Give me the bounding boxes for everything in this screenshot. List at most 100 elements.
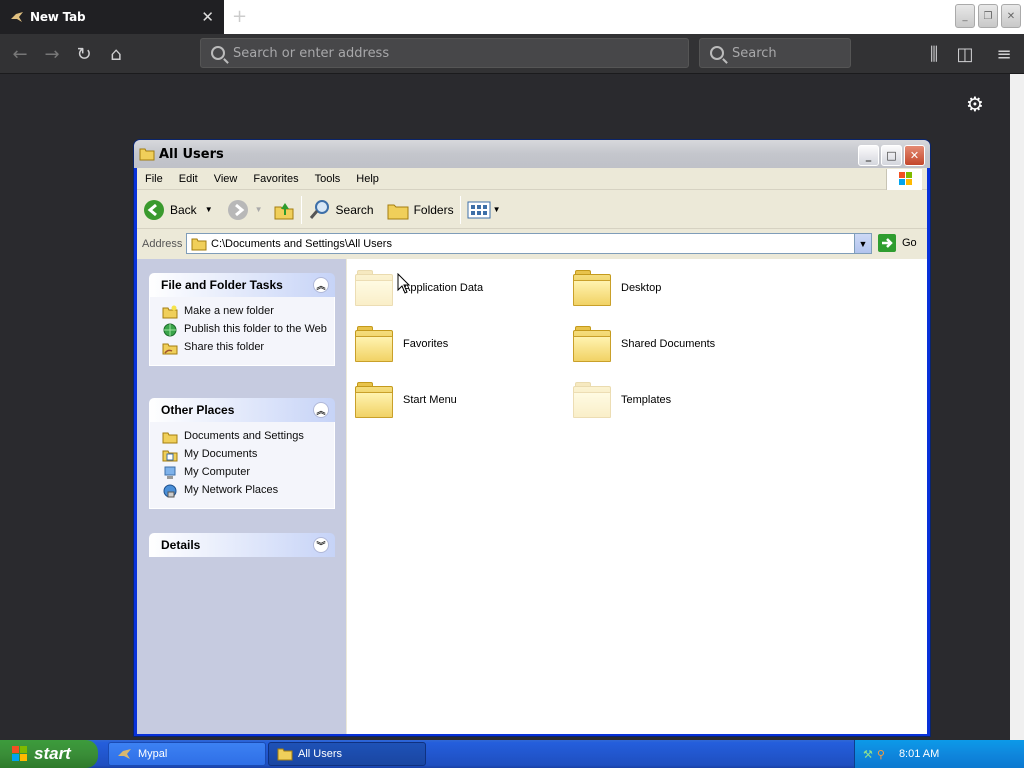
back-arrow-icon[interactable]: ← <box>6 40 34 68</box>
mypal-logo-icon <box>118 749 131 759</box>
menu-favorites[interactable]: Favorites <box>245 173 306 185</box>
explorer-window: All Users _ □ ✕ File Edit View Favorites… <box>133 139 931 737</box>
views-icon <box>467 201 491 218</box>
chevron-down-icon[interactable]: ▼ <box>854 234 871 253</box>
other-places-header[interactable]: Other Places ︽ <box>149 398 335 422</box>
up-folder-button[interactable] <box>273 199 295 221</box>
taskbar-item-all-users[interactable]: All Users <box>268 742 426 766</box>
search-icon <box>710 46 724 60</box>
panel-title: File and Folder Tasks <box>161 278 283 292</box>
forward-arrow-icon <box>227 199 248 220</box>
browser-nav-bar: ← → ↻ ⌂ Search or enter address Search ⫼… <box>0 34 1024 74</box>
folder-item[interactable]: Start Menu <box>355 382 457 418</box>
place-my-network-places[interactable]: My Network Places <box>162 482 328 500</box>
scrollbar[interactable] <box>1010 74 1024 740</box>
new-folder-icon <box>162 305 178 319</box>
network-tray-icon[interactable]: ⚒ <box>863 748 873 761</box>
details-header[interactable]: Details ︾ <box>149 533 335 557</box>
folder-icon <box>573 326 611 362</box>
window-maximize-button[interactable]: □ <box>881 145 902 166</box>
folder-item[interactable]: Desktop <box>573 270 661 306</box>
window-close-button[interactable]: ✕ <box>904 145 925 166</box>
toolbar-separator <box>459 195 461 224</box>
panel-title: Details <box>161 538 201 552</box>
menu-tools[interactable]: Tools <box>307 173 349 185</box>
window-minimize-button[interactable]: _ <box>858 145 879 166</box>
chevron-up-icon[interactable]: ︽ <box>313 277 329 293</box>
window-body: File Edit View Favorites Tools Help Back… <box>137 168 927 734</box>
place-label: My Documents <box>184 448 258 460</box>
browser-tab-bar: New Tab ✕ + _ ❐ ✕ <box>0 0 1024 34</box>
chevron-up-icon[interactable]: ︽ <box>313 402 329 418</box>
place-my-computer[interactable]: My Computer <box>162 464 328 482</box>
address-label: Address <box>142 238 183 250</box>
search-icon <box>211 46 225 60</box>
go-button[interactable]: Go <box>878 234 917 252</box>
home-icon[interactable]: ⌂ <box>102 40 130 68</box>
start-label: start <box>34 744 71 763</box>
minimize-icon[interactable]: _ <box>955 4 975 28</box>
chevron-down-icon[interactable]: ︾ <box>313 537 329 553</box>
file-folder-tasks-header[interactable]: File and Folder Tasks ︽ <box>149 273 335 297</box>
tab-title: New Tab <box>30 10 86 24</box>
close-icon[interactable]: ✕ <box>1001 4 1021 28</box>
up-folder-icon <box>274 202 294 219</box>
folder-name: Desktop <box>621 282 662 294</box>
menu-view[interactable]: View <box>206 173 246 185</box>
start-button[interactable]: start <box>0 740 98 768</box>
folder-icon <box>139 148 155 161</box>
gear-icon[interactable]: ⚙ <box>966 92 984 116</box>
reload-icon[interactable]: ↻ <box>70 40 98 68</box>
folder-item[interactable]: Favorites <box>355 326 448 362</box>
task-pane: File and Folder Tasks ︽ Make a new folde… <box>137 259 346 734</box>
place-my-documents[interactable]: My Documents <box>162 446 328 464</box>
folder-item[interactable]: Templates <box>573 382 671 418</box>
restore-icon[interactable]: ❐ <box>978 4 998 28</box>
address-input[interactable]: C:\Documents and Settings\All Users ▼ <box>186 233 872 254</box>
place-label: Documents and Settings <box>184 430 304 442</box>
forward-arrow-icon[interactable]: → <box>38 40 66 68</box>
task-publish-web[interactable]: Publish this folder to the Web <box>162 321 328 339</box>
chevron-down-icon[interactable]: ▼ <box>205 205 213 214</box>
tab-close-icon[interactable]: ✕ <box>201 8 214 26</box>
window-title-bar[interactable]: All Users _ □ ✕ <box>134 140 930 168</box>
folder-icon <box>573 270 611 306</box>
library-icon[interactable]: ⫼ <box>920 40 948 68</box>
folder-icon <box>191 238 207 250</box>
search-bar[interactable]: Search <box>699 38 851 68</box>
folder-item[interactable]: Application Data <box>355 270 483 306</box>
views-button[interactable]: ▼ <box>467 200 501 220</box>
folder-icon <box>355 326 393 362</box>
tab-new-tab[interactable]: New Tab ✕ <box>0 0 224 34</box>
menu-help[interactable]: Help <box>348 173 387 185</box>
back-button[interactable]: Back ▼ <box>143 199 213 221</box>
details-panel: Details ︾ <box>149 533 335 557</box>
folder-item[interactable]: Shared Documents <box>573 326 715 362</box>
task-label: Publish this folder to the Web <box>184 323 327 335</box>
folder-name: Application Data <box>403 282 484 294</box>
panel-title: Other Places <box>161 403 235 417</box>
folders-button[interactable]: Folders <box>386 199 454 221</box>
share-folder-icon <box>162 343 178 355</box>
menu-edit[interactable]: Edit <box>171 173 206 185</box>
my-documents-icon <box>162 450 178 462</box>
folder-icon <box>277 748 293 761</box>
folder-name: Start Menu <box>403 394 457 406</box>
task-make-new-folder[interactable]: Make a new folder <box>162 303 328 321</box>
toolbar-separator <box>300 195 302 224</box>
task-share-folder[interactable]: Share this folder <box>162 339 328 357</box>
folder-name: Favorites <box>403 338 449 350</box>
place-documents-and-settings[interactable]: Documents and Settings <box>162 428 328 446</box>
menu-file[interactable]: File <box>137 173 171 185</box>
url-bar[interactable]: Search or enter address <box>200 38 689 68</box>
sidebar-icon[interactable]: ◫ <box>951 40 979 68</box>
new-tab-icon[interactable]: + <box>232 6 247 27</box>
mypal-logo-icon <box>11 12 23 22</box>
forward-button[interactable]: ▼ <box>227 199 263 221</box>
taskbar-item-mypal[interactable]: Mypal <box>108 742 266 766</box>
search-tray-icon[interactable]: ⚲ <box>877 748 885 761</box>
search-button[interactable]: Search <box>308 199 374 221</box>
taskbar: start Mypal All Users ? ⇵ ⚒ ⚲ 8:01 AM <box>0 740 1024 768</box>
taskbar-item-label: All Users <box>298 748 343 760</box>
menu-icon[interactable]: ≡ <box>990 40 1018 68</box>
